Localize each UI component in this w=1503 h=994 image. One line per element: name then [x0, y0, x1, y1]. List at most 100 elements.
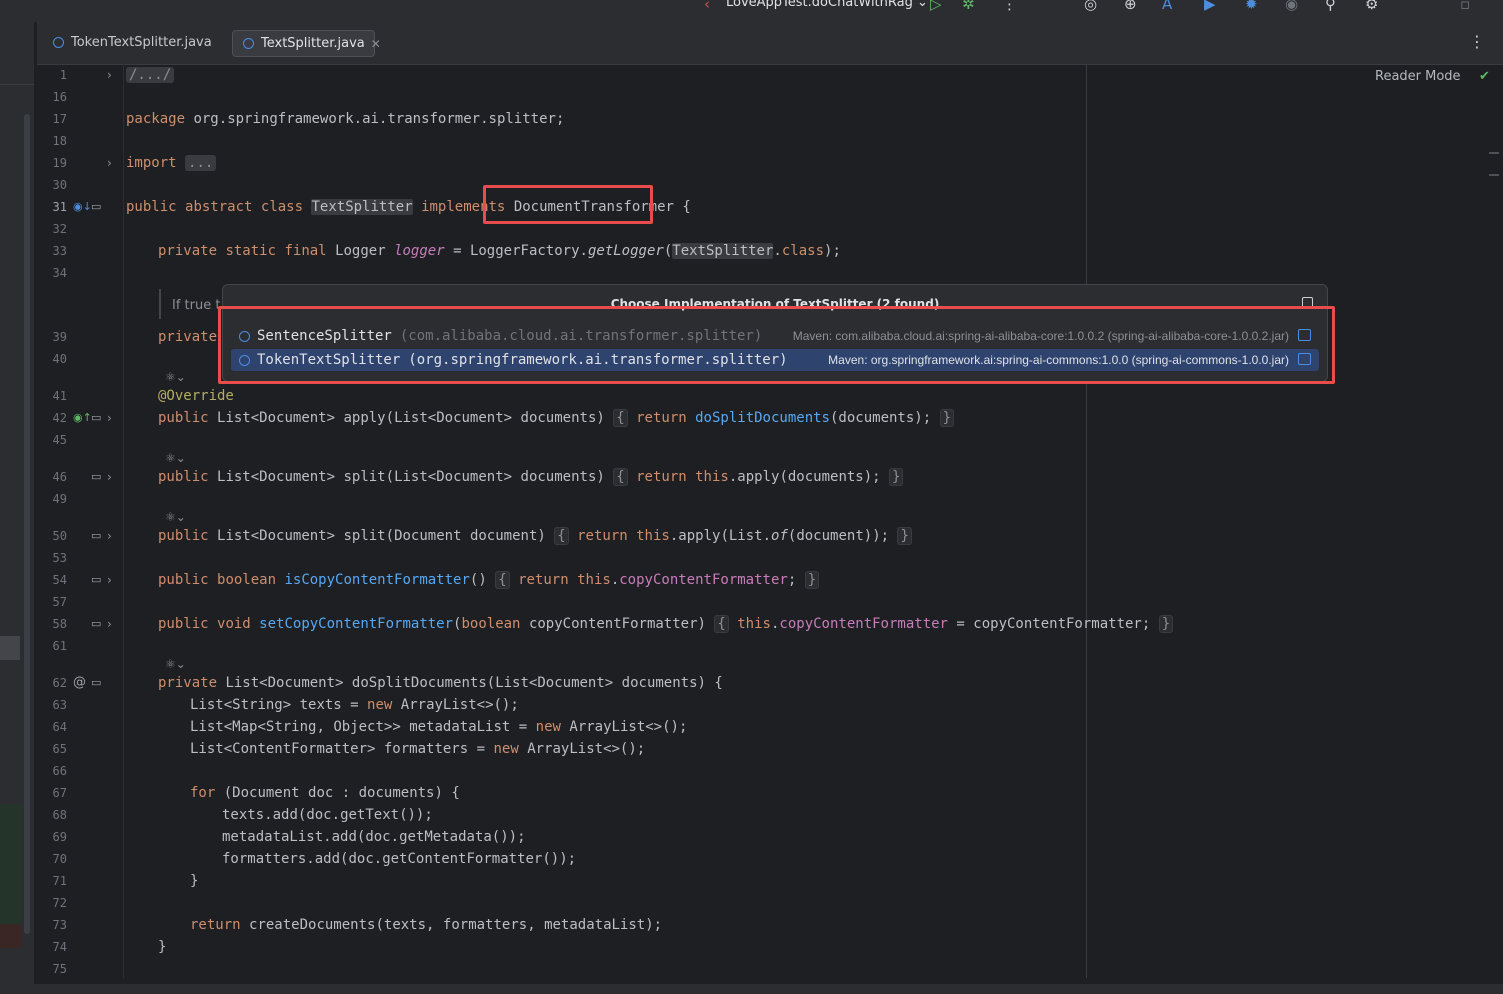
- code-text: public List<Document> apply(List<Documen…: [158, 408, 955, 428]
- fold-chevron-icon[interactable]: ›: [107, 614, 112, 634]
- search-icon[interactable]: ⚲: [1325, 0, 1336, 12]
- doc-toggle-icon[interactable]: ▭: [91, 197, 101, 217]
- deploy-icon[interactable]: ▶: [1204, 0, 1216, 12]
- run-icon[interactable]: ▷: [930, 0, 942, 12]
- fold-chevron-icon[interactable]: ›: [107, 153, 112, 173]
- line-number: 62: [52, 676, 67, 690]
- implemented-icon[interactable]: ◉↓: [73, 197, 92, 217]
- line-number: 1: [59, 68, 67, 82]
- line-number: 57: [52, 595, 67, 609]
- code-line: 34: [37, 263, 1477, 283]
- usages-icon[interactable]: @: [73, 673, 86, 693]
- doc-toggle-icon[interactable]: ▭: [91, 673, 101, 693]
- line-number: 34: [52, 266, 67, 280]
- debug-icon[interactable]: ✲: [962, 0, 975, 12]
- fold-chevron-icon[interactable]: ›: [107, 467, 112, 487]
- line-number: 54: [52, 573, 67, 587]
- doc-toggle-icon[interactable]: ▭: [91, 526, 101, 546]
- fold-chevron-icon[interactable]: ›: [107, 526, 112, 546]
- line-number: 42: [52, 411, 67, 425]
- code-text: private static final Logger logger = Log…: [158, 243, 841, 259]
- code-text: import ...: [126, 153, 217, 173]
- code-line: 66: [37, 761, 1477, 781]
- override-icon[interactable]: ◉↑: [73, 408, 92, 428]
- code-text: for (Document doc : documents) {: [190, 785, 460, 801]
- fold-chevron-icon[interactable]: ›: [107, 408, 112, 428]
- doc-toggle-icon[interactable]: ▭: [91, 570, 101, 590]
- window-icon[interactable]: ▫: [1460, 0, 1470, 12]
- line-number: 75: [52, 962, 67, 976]
- line-number: 33: [52, 244, 67, 258]
- highlight-box-document-transformer: [483, 185, 653, 224]
- ai-hint-icon[interactable]: ⚛⌄: [165, 448, 186, 468]
- add-user-icon[interactable]: ⊕: [1124, 0, 1137, 12]
- doc-comment-bar: [159, 289, 161, 319]
- code-line: 32: [37, 219, 1477, 239]
- code-text: List<ContentFormatter> formatters = new …: [190, 741, 646, 757]
- tab-tokentextsplitter[interactable]: TokenTextSplitter.java: [43, 30, 223, 55]
- more-actions-icon[interactable]: ⋮: [1002, 0, 1017, 12]
- line-number: 68: [52, 808, 67, 822]
- code-text: metadataList.add(doc.getMetadata());: [222, 829, 526, 845]
- fold-chevron-icon[interactable]: ›: [107, 65, 112, 85]
- panel-change-marker: [0, 804, 22, 932]
- code-editor: TokenTextSplitter.java TextSplitter.java…: [37, 22, 1503, 984]
- tab-label: TokenTextSplitter.java: [71, 35, 212, 50]
- code-line: 45: [37, 430, 1477, 450]
- translate-icon[interactable]: A: [1162, 0, 1172, 12]
- bug-icon[interactable]: ✹: [1245, 0, 1258, 12]
- code-line: 61: [37, 636, 1477, 656]
- line-number: 53: [52, 551, 67, 565]
- line-number: 19: [52, 156, 67, 170]
- panel-scrollbar[interactable]: [24, 114, 30, 934]
- code-line: 63 List<String> texts = new ArrayList<>(…: [37, 695, 1477, 715]
- plugin-icon[interactable]: ◉: [1285, 0, 1298, 12]
- highlight-box-implementations: [218, 306, 1335, 384]
- code-text: public List<Document> split(List<Documen…: [158, 467, 904, 487]
- line-number: 69: [52, 830, 67, 844]
- inspection-ok-icon[interactable]: ✔: [1479, 69, 1490, 84]
- line-number: 30: [52, 178, 67, 192]
- ai-hint-icon[interactable]: ⚛⌄: [165, 507, 186, 527]
- ai-hint-icon[interactable]: ⚛⌄: [165, 367, 186, 387]
- settings-icon[interactable]: ⚙: [1365, 0, 1378, 12]
- code-text: texts.add(doc.getText());: [222, 807, 433, 823]
- code-text: @Override: [158, 388, 234, 404]
- code-line: 57: [37, 592, 1477, 612]
- doc-toggle-icon[interactable]: ▭: [91, 614, 101, 634]
- line-number: 16: [52, 90, 67, 104]
- line-number: 63: [52, 698, 67, 712]
- panel-divider: [0, 84, 34, 85]
- scroll-marker: [1489, 174, 1499, 176]
- tab-textsplitter[interactable]: TextSplitter.java ✕: [232, 30, 381, 57]
- doc-toggle-icon[interactable]: ▭: [91, 408, 101, 428]
- panel-selected-row[interactable]: [0, 636, 20, 660]
- status-bar: [0, 984, 1503, 994]
- fold-chevron-icon[interactable]: ›: [107, 570, 112, 590]
- line-number: 72: [52, 896, 67, 910]
- line-number: 40: [52, 352, 67, 366]
- line-number: 73: [52, 918, 67, 932]
- ai-hint-icon[interactable]: ⚛⌄: [165, 654, 186, 674]
- close-icon[interactable]: ✕: [371, 37, 381, 51]
- run-configuration-selector[interactable]: LoveAppTest.doChatWithRag ⌄: [726, 0, 928, 10]
- code-line: 16: [37, 87, 1477, 107]
- code-line: 62 @ ▭ private List<Document> doSplitDoc…: [37, 673, 1477, 693]
- code-text: }: [158, 939, 167, 955]
- line-number: 31: [52, 200, 67, 214]
- folded-region[interactable]: /.../: [126, 67, 175, 83]
- doc-toggle-icon[interactable]: ▭: [91, 467, 101, 487]
- tab-options-icon[interactable]: ⋮: [1469, 32, 1485, 51]
- scroll-marker: [1489, 152, 1499, 154]
- code-text: package org.springframework.ai.transform…: [126, 111, 565, 127]
- code-line: 17 package org.springframework.ai.transf…: [37, 109, 1477, 129]
- line-number: 41: [52, 389, 67, 403]
- code-line: 31 ◉↓ ▭ public abstract class TextSplitt…: [37, 197, 1477, 217]
- code-text: public void setCopyContentFormatter(bool…: [158, 614, 1174, 634]
- code-line: 42 ◉↑ ▭ › public List<Document> apply(Li…: [37, 408, 1477, 428]
- code-text: return createDocuments(texts, formatters…: [190, 917, 663, 933]
- ai-assistant-icon[interactable]: ◎: [1084, 0, 1097, 12]
- code-text: List<Map<String, Object>> metadataList =…: [190, 719, 688, 735]
- line-number: 46: [52, 470, 67, 484]
- line-number: 32: [52, 222, 67, 236]
